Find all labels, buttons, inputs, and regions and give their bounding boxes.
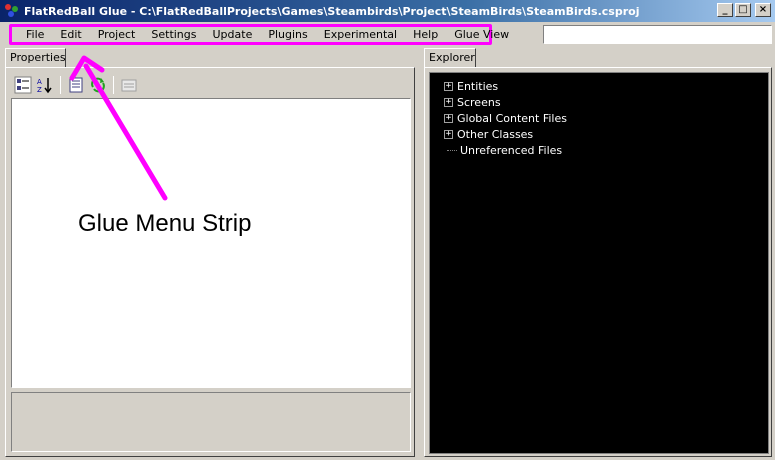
categorized-icon	[14, 76, 32, 94]
expand-icon[interactable]: +	[444, 81, 453, 91]
tree-item-other-classes[interactable]: + Other Classes	[444, 126, 533, 142]
minimize-button[interactable]: _	[717, 3, 733, 17]
glue-menu-strip: File Edit Project Settings Update Plugin…	[9, 24, 509, 45]
maximize-icon: □	[738, 4, 748, 15]
tree-item-screens[interactable]: + Screens	[444, 94, 501, 110]
title-bar[interactable]: FlatRedBall Glue - C:\FlatRedBallProject…	[0, 0, 775, 22]
menu-update[interactable]: Update	[205, 27, 261, 42]
expand-icon[interactable]: +	[444, 113, 453, 123]
search-input[interactable]	[543, 25, 772, 44]
alphabetical-button[interactable]: A Z	[34, 74, 56, 96]
properties-toolbar: A Z	[12, 74, 140, 96]
menu-experimental[interactable]: Experimental	[316, 27, 405, 42]
tree-item-label: Global Content Files	[457, 111, 567, 125]
svg-text:Z: Z	[37, 86, 42, 94]
expand-icon[interactable]: +	[444, 129, 453, 139]
menu-settings[interactable]: Settings	[143, 27, 204, 42]
tree-item-unreferenced-files[interactable]: Unreferenced Files	[444, 142, 562, 158]
property-grid[interactable]	[11, 98, 411, 388]
menu-help[interactable]: Help	[405, 27, 446, 42]
menu-glue-view[interactable]: Glue View	[446, 27, 517, 42]
property-description	[11, 392, 411, 452]
menu-plugins[interactable]: Plugins	[260, 27, 315, 42]
menu-edit[interactable]: Edit	[52, 27, 89, 42]
properties-button[interactable]	[65, 74, 87, 96]
explorer-panel: + Entities + Screens + Global Content Fi…	[424, 67, 772, 457]
tab-properties[interactable]: Properties	[5, 48, 66, 68]
properties-pane: Properties A Z	[0, 46, 418, 460]
menu-project[interactable]: Project	[90, 27, 144, 42]
events-button[interactable]	[87, 74, 109, 96]
events-icon	[91, 77, 105, 93]
app-icon	[5, 4, 19, 18]
close-button[interactable]: ×	[755, 3, 771, 17]
properties-icon	[69, 77, 83, 93]
tree-item-label: Other Classes	[457, 127, 534, 141]
tree-item-global-content-files[interactable]: + Global Content Files	[444, 110, 567, 126]
properties-panel: A Z	[5, 67, 415, 457]
close-icon: ×	[758, 4, 768, 15]
maximize-button[interactable]: □	[735, 3, 751, 17]
svg-text:A: A	[37, 78, 42, 86]
expand-icon[interactable]: +	[444, 97, 453, 107]
minimize-icon: _	[722, 4, 728, 15]
window-title: FlatRedBall Glue - C:\FlatRedBallProject…	[24, 4, 640, 18]
tree-item-label: Screens	[457, 95, 501, 109]
tab-explorer[interactable]: Explorer	[424, 48, 476, 68]
tree-item-entities[interactable]: + Entities	[444, 78, 498, 94]
property-pages-button[interactable]	[118, 74, 140, 96]
tree-item-label: Entities	[457, 79, 499, 93]
property-pages-icon	[121, 79, 137, 92]
menu-bar: File Edit Project Settings Update Plugin…	[0, 22, 775, 46]
toolbar-separator	[113, 76, 114, 94]
toolbar-separator	[60, 76, 61, 94]
tree-connector	[447, 149, 457, 151]
explorer-pane: Explorer + Entities + Screens + Global C…	[421, 46, 775, 460]
explorer-tree[interactable]: + Entities + Screens + Global Content Fi…	[429, 72, 769, 454]
categorized-button[interactable]	[12, 74, 34, 96]
window-controls: _ □ ×	[717, 3, 771, 17]
tree-item-label: Unreferenced Files	[460, 143, 563, 157]
annotation-label: Glue Menu Strip	[78, 210, 252, 237]
menu-file[interactable]: File	[18, 27, 52, 42]
alphabetical-icon: A Z	[37, 78, 52, 94]
